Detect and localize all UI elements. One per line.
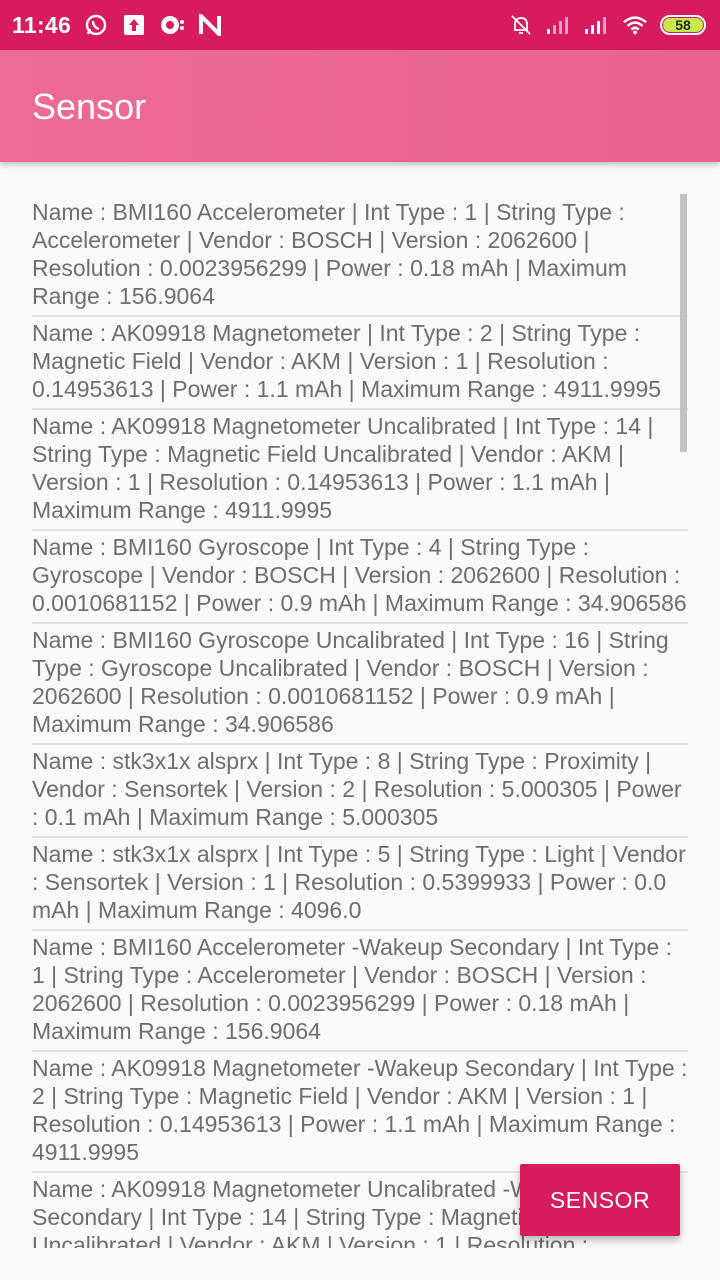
- list-item[interactable]: Name : stk3x1x alsprx | Int Type : 5 | S…: [32, 838, 688, 931]
- battery-icon: 58: [660, 15, 706, 35]
- signal-icon: [584, 12, 610, 38]
- sensor-button[interactable]: SENSOR: [520, 1164, 680, 1236]
- list-item[interactable]: Name : BMI160 Accelerometer | Int Type :…: [32, 196, 688, 317]
- list-item[interactable]: Name : stk3x1x alsprx | Int Type : 8 | S…: [32, 745, 688, 838]
- list-item[interactable]: Name : BMI160 Accelerometer -Wakeup Seco…: [32, 931, 688, 1052]
- notification-icons: [83, 12, 223, 38]
- whatsapp-icon: [83, 12, 109, 38]
- sensor-list[interactable]: Name : BMI160 Accelerometer | Int Type :…: [32, 196, 688, 1248]
- list-item[interactable]: Name : BMI160 Gyroscope Uncalibrated | I…: [32, 624, 688, 745]
- list-item[interactable]: Name : BMI160 Gyroscope | Int Type : 4 |…: [32, 531, 688, 624]
- upload-icon: [121, 12, 147, 38]
- status-bar: 11:46 58: [0, 0, 720, 50]
- list-item[interactable]: Name : AK09918 Magnetometer | Int Type :…: [32, 317, 688, 410]
- mute-notifications-icon: [508, 12, 534, 38]
- app-bar: Sensor: [0, 50, 720, 162]
- signal-icon: [546, 12, 572, 38]
- battery-level: 58: [663, 17, 703, 33]
- page-title: Sensor: [32, 86, 147, 127]
- scrollbar[interactable]: [680, 194, 687, 452]
- wifi-icon: [622, 12, 648, 38]
- system-icons: 58: [508, 12, 706, 38]
- list-item[interactable]: Name : AK09918 Magnetometer -Wakeup Seco…: [32, 1052, 688, 1173]
- n-app-icon: [197, 12, 223, 38]
- record-icon: [159, 12, 185, 38]
- status-time: 11:46: [12, 11, 72, 38]
- list-item[interactable]: Name : AK09918 Magnetometer Uncalibrated…: [32, 410, 688, 531]
